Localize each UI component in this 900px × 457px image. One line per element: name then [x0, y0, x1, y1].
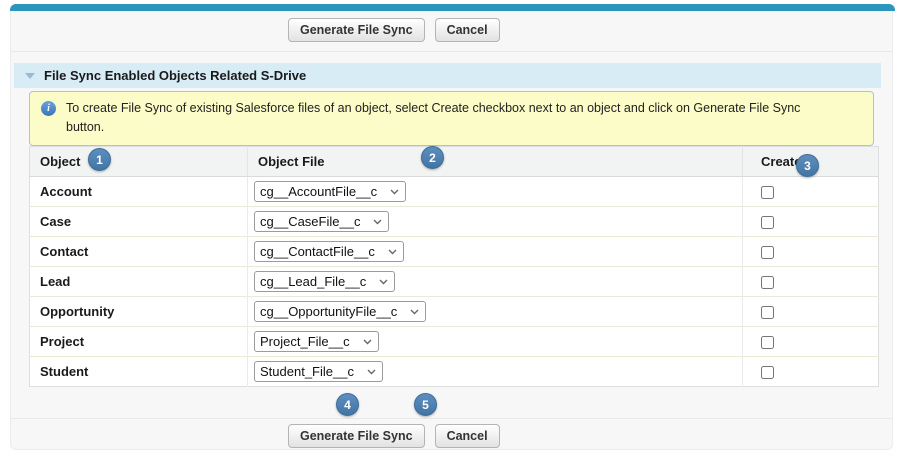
- section-header: File Sync Enabled Objects Related S-Driv…: [14, 63, 881, 88]
- table-header-row: Object Object File Create: [30, 147, 879, 177]
- info-icon: i: [41, 101, 56, 116]
- chevron-down-icon: [373, 219, 382, 225]
- create-checkbox[interactable]: [761, 366, 774, 379]
- accent-top-bar: [10, 4, 895, 11]
- section-title: File Sync Enabled Objects Related S-Driv…: [44, 68, 306, 83]
- annotation-badge-4: 4: [336, 393, 359, 416]
- table-body: Account cg__AccountFile__c Case cg__Case…: [30, 177, 879, 387]
- column-header-object-file: Object File: [248, 147, 743, 177]
- object-label: Project: [30, 327, 248, 357]
- object-file-select-value: cg__Lead_File__c: [260, 274, 366, 289]
- object-label: Opportunity: [30, 297, 248, 327]
- info-message-text: To create File Sync of existing Salesfor…: [66, 99, 836, 138]
- table-row: Project Project_File__c: [30, 327, 879, 357]
- table-row: Case cg__CaseFile__c: [30, 207, 879, 237]
- chevron-down-icon: [363, 339, 372, 345]
- chevron-down-icon: [367, 369, 376, 375]
- collapse-triangle-icon[interactable]: [25, 73, 35, 79]
- info-message-box: i To create File Sync of existing Salesf…: [29, 91, 874, 146]
- object-file-select-value: cg__CaseFile__c: [260, 214, 360, 229]
- object-label: Contact: [30, 237, 248, 267]
- create-checkbox[interactable]: [761, 336, 774, 349]
- object-label: Case: [30, 207, 248, 237]
- page-block: Generate File Sync Cancel File Sync Enab…: [10, 4, 893, 450]
- object-label: Account: [30, 177, 248, 207]
- bottom-action-bar: Generate File Sync Cancel: [288, 424, 500, 448]
- create-checkbox[interactable]: [761, 306, 774, 319]
- create-checkbox[interactable]: [761, 216, 774, 229]
- chevron-down-icon: [410, 309, 419, 315]
- cancel-button[interactable]: Cancel: [435, 18, 500, 42]
- generate-file-sync-button[interactable]: Generate File Sync: [288, 18, 425, 42]
- annotation-badge-3: 3: [796, 154, 819, 177]
- generate-file-sync-button[interactable]: Generate File Sync: [288, 424, 425, 448]
- annotation-badge-2: 2: [421, 146, 444, 169]
- table-row: Contact cg__ContactFile__c: [30, 237, 879, 267]
- object-label: Lead: [30, 267, 248, 297]
- object-file-select-value: Student_File__c: [260, 364, 354, 379]
- table-row: Account cg__AccountFile__c: [30, 177, 879, 207]
- bottom-divider: [11, 418, 892, 419]
- table-row: Opportunity cg__OpportunityFile__c: [30, 297, 879, 327]
- create-checkbox[interactable]: [761, 186, 774, 199]
- annotation-badge-5: 5: [414, 393, 437, 416]
- create-checkbox[interactable]: [761, 276, 774, 289]
- table-row: Student Student_File__c: [30, 357, 879, 387]
- object-file-select[interactable]: cg__Lead_File__c: [254, 271, 395, 292]
- object-file-select[interactable]: Project_File__c: [254, 331, 379, 352]
- object-file-select[interactable]: cg__ContactFile__c: [254, 241, 404, 262]
- chevron-down-icon: [379, 279, 388, 285]
- top-action-bar: Generate File Sync Cancel: [288, 18, 500, 42]
- create-checkbox[interactable]: [761, 246, 774, 259]
- column-header-object: Object: [30, 147, 248, 177]
- object-file-select[interactable]: Student_File__c: [254, 361, 383, 382]
- object-file-select-value: cg__ContactFile__c: [260, 244, 375, 259]
- top-divider: [11, 51, 892, 52]
- file-sync-table: Object Object File Create Account cg__Ac…: [29, 146, 879, 387]
- object-file-select[interactable]: cg__OpportunityFile__c: [254, 301, 426, 322]
- chevron-down-icon: [390, 189, 399, 195]
- object-file-select-value: cg__OpportunityFile__c: [260, 304, 397, 319]
- object-file-select-value: cg__AccountFile__c: [260, 184, 377, 199]
- chevron-down-icon: [388, 249, 397, 255]
- object-file-select-value: Project_File__c: [260, 334, 350, 349]
- object-file-select[interactable]: cg__CaseFile__c: [254, 211, 389, 232]
- cancel-button[interactable]: Cancel: [435, 424, 500, 448]
- object-label: Student: [30, 357, 248, 387]
- annotation-badge-1: 1: [88, 148, 111, 171]
- table-row: Lead cg__Lead_File__c: [30, 267, 879, 297]
- object-file-select[interactable]: cg__AccountFile__c: [254, 181, 406, 202]
